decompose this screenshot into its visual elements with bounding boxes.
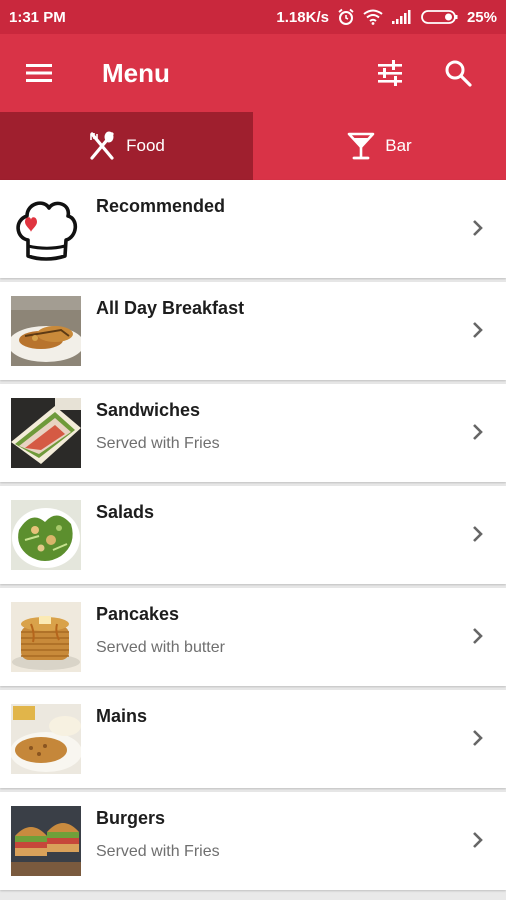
tab-bar-drinks[interactable]: Bar [253, 112, 506, 180]
chevron-right-icon [473, 424, 483, 440]
fork-knife-icon [90, 131, 114, 160]
chevron-right-icon [473, 526, 483, 542]
cocktail-glass-icon [347, 132, 375, 160]
category-name: Sandwiches [96, 400, 201, 420]
status-right: 1.18K/s 25% [276, 8, 497, 26]
category-subtitle: Served with Fries [96, 843, 220, 860]
category-name: Burgers [96, 808, 166, 828]
wifi-icon [363, 9, 383, 25]
sandwich-photo [11, 398, 81, 468]
tab-food[interactable]: Food [0, 112, 253, 180]
chevron-right-icon [473, 832, 483, 848]
category-item-mains[interactable]: Mains [0, 690, 506, 788]
network-speed: 1.18K/s [276, 8, 329, 26]
status-time: 1:31 PM [9, 8, 66, 26]
chevron-right-icon [473, 322, 483, 338]
menu-icon[interactable] [24, 58, 54, 88]
category-name: Salads [96, 502, 155, 522]
search-icon[interactable] [442, 57, 474, 89]
category-item-sandwiches[interactable]: Sandwiches Served with Fries [0, 384, 506, 482]
app-bar: Menu [0, 34, 506, 112]
chevron-right-icon [473, 628, 483, 644]
category-subtitle: Served with butter [96, 639, 225, 656]
tab-food-label: Food [126, 136, 165, 155]
category-name: Mains [96, 706, 148, 726]
battery-percent: 25% [466, 8, 497, 26]
chevron-right-icon [473, 730, 483, 746]
battery-icon [421, 10, 458, 24]
category-item-recommended[interactable]: Recommended [0, 180, 506, 278]
chevron-right-icon [473, 220, 483, 236]
burger-photo [11, 806, 81, 876]
category-name: Pancakes [96, 604, 180, 624]
mains-photo [11, 704, 81, 774]
category-name: All Day Breakfast [96, 298, 245, 318]
category-subtitle: Served with Fries [96, 435, 220, 452]
status-bar: 1:31 PM 1.18K/s 25% [0, 0, 506, 34]
tab-bar: Food Bar [0, 112, 506, 180]
tab-bar-label: Bar [385, 136, 412, 155]
page-title: Menu [102, 58, 170, 88]
alarm-icon [338, 8, 354, 25]
category-item-burgers[interactable]: Burgers Served with Fries [0, 792, 506, 890]
category-list: Recommended All Day Breakfast Sandwiches… [0, 180, 506, 894]
tune-icon[interactable] [374, 57, 406, 89]
signal-icon [391, 10, 411, 24]
breakfast-photo [11, 296, 81, 366]
chef-hat-icon [16, 201, 78, 261]
category-item-salads[interactable]: Salads [0, 486, 506, 584]
category-item-pancakes[interactable]: Pancakes Served with butter [0, 588, 506, 686]
category-item-all-day-breakfast[interactable]: All Day Breakfast [0, 282, 506, 380]
pancakes-photo [11, 602, 81, 672]
category-name: Recommended [96, 196, 226, 216]
salad-photo [11, 500, 81, 570]
